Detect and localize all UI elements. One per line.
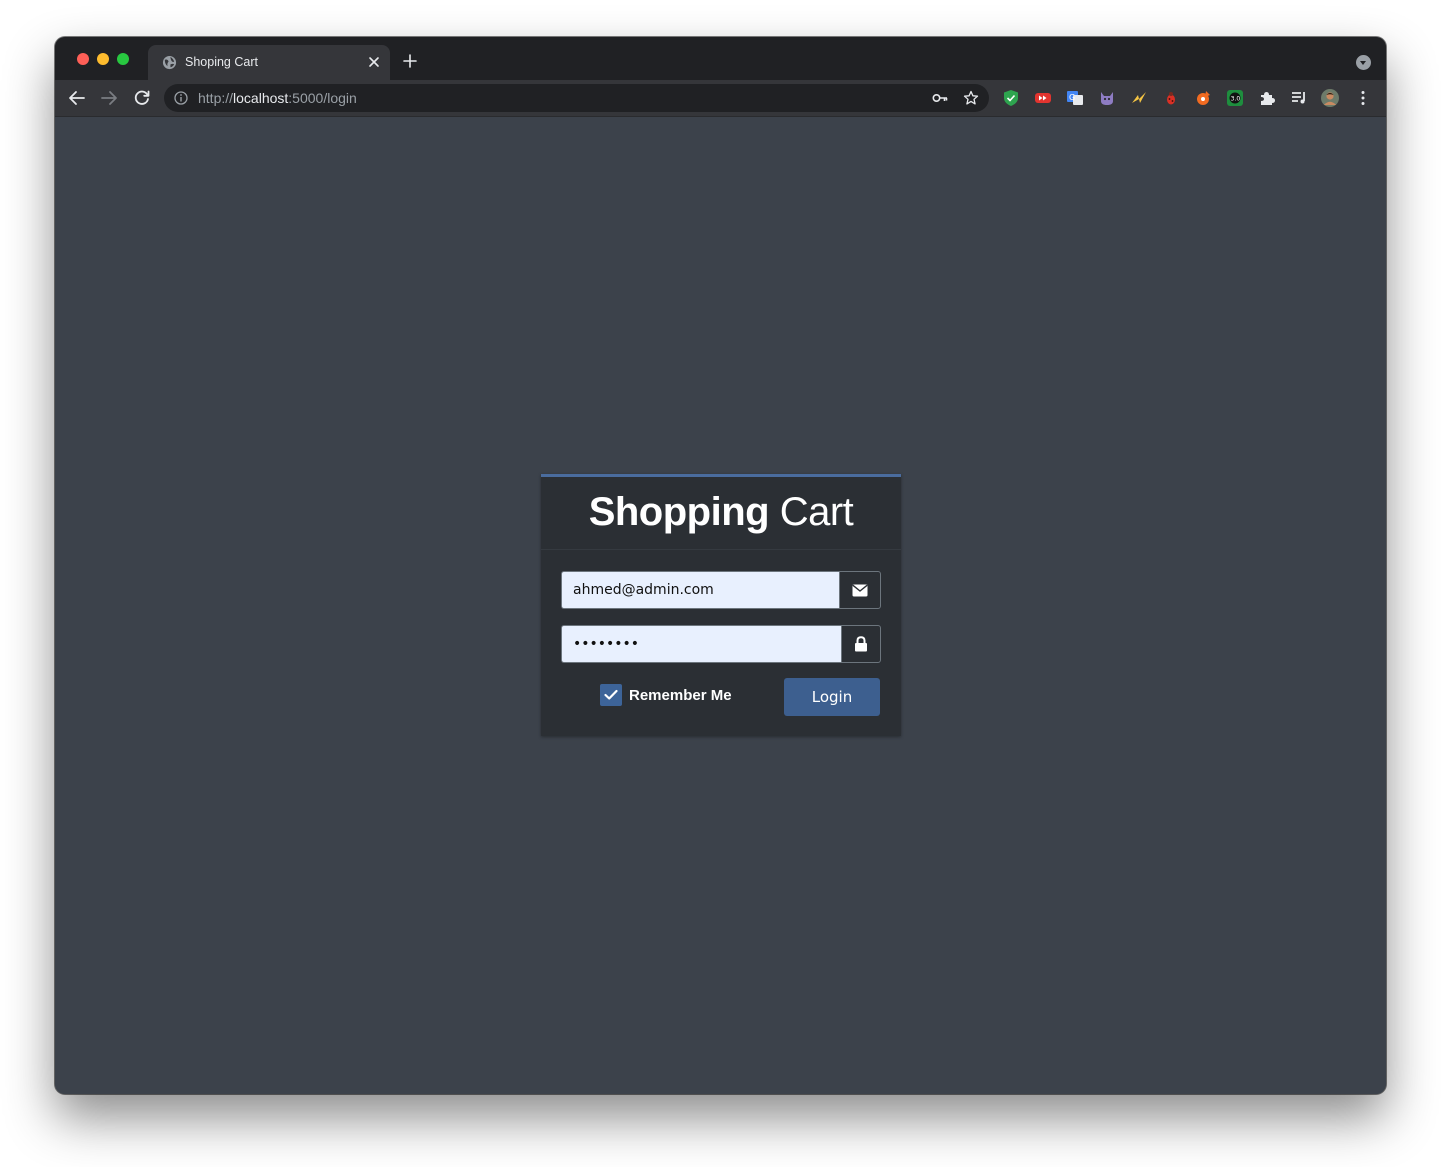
svg-text:G: G — [1069, 93, 1075, 102]
back-icon[interactable] — [68, 89, 86, 107]
speed-badge-icon[interactable]: 3.0 — [1226, 89, 1244, 107]
lightning-icon[interactable] — [1130, 89, 1148, 107]
rocket-icon[interactable] — [1194, 89, 1212, 107]
login-button[interactable]: Login — [784, 678, 880, 716]
password-addon — [841, 625, 881, 663]
forward-icon[interactable] — [100, 89, 118, 107]
url-scheme: http:// — [198, 90, 234, 106]
checkmark-icon — [604, 689, 618, 700]
url-host: localhost — [233, 90, 289, 106]
tab-strip: Shoping Cart — [55, 37, 1386, 80]
password-field[interactable] — [561, 625, 841, 663]
profile-avatar[interactable] — [1321, 89, 1339, 107]
translate-icon[interactable]: G — [1066, 89, 1084, 107]
envelope-icon — [852, 584, 868, 596]
close-window-button[interactable] — [77, 53, 89, 65]
page-content: Shopping Cart ahmed@admin.com Remember M… — [55, 117, 1386, 1094]
lock-icon — [855, 636, 867, 652]
reload-icon[interactable] — [133, 89, 151, 107]
close-tab-icon[interactable] — [368, 56, 380, 68]
password-group — [561, 625, 881, 663]
ladybug-icon[interactable] — [1162, 89, 1180, 107]
brand-light: Cart — [779, 490, 854, 534]
browser-window: Shoping Cart http://localhost:5000/login… — [55, 37, 1386, 1094]
browser-toolbar: http://localhost:5000/login G 3.0 — [55, 80, 1386, 117]
cat-icon[interactable] — [1098, 89, 1116, 107]
remember-me[interactable]: Remember Me — [600, 684, 732, 706]
bookmark-star-icon[interactable] — [963, 90, 979, 106]
brand-bold: Shopping — [588, 490, 770, 534]
puzzle-icon[interactable] — [1258, 89, 1276, 107]
remember-label: Remember Me — [629, 686, 732, 704]
address-bar[interactable]: http://localhost:5000/login — [164, 84, 989, 112]
email-addon — [839, 571, 881, 609]
adblock-shield-icon[interactable] — [1002, 89, 1020, 107]
playlist-icon[interactable] — [1290, 89, 1308, 107]
login-card: Shopping Cart ahmed@admin.com Remember M… — [541, 474, 901, 736]
url-text: http://localhost:5000/login — [198, 90, 357, 106]
email-group — [561, 571, 881, 609]
minimize-window-button[interactable] — [97, 53, 109, 65]
key-icon[interactable] — [932, 91, 948, 105]
youtube-icon[interactable] — [1034, 89, 1052, 107]
new-tab-icon[interactable] — [403, 54, 417, 68]
remember-checkbox[interactable] — [600, 684, 622, 706]
url-path: :5000/login — [288, 90, 357, 106]
menu-dots-icon[interactable] — [1354, 89, 1372, 107]
info-icon[interactable] — [174, 91, 188, 105]
maximize-window-button[interactable] — [117, 53, 129, 65]
login-card-header: Shopping Cart — [541, 477, 901, 550]
svg-text:3.0: 3.0 — [1231, 95, 1241, 102]
tab-title: Shoping Cart — [185, 55, 258, 69]
brand-title: Shopping Cart — [589, 490, 854, 535]
tab-shopping-cart[interactable]: Shoping Cart — [148, 45, 390, 80]
globe-icon — [162, 55, 177, 70]
email-field[interactable] — [561, 571, 839, 609]
tab-search-icon[interactable] — [1356, 55, 1371, 70]
